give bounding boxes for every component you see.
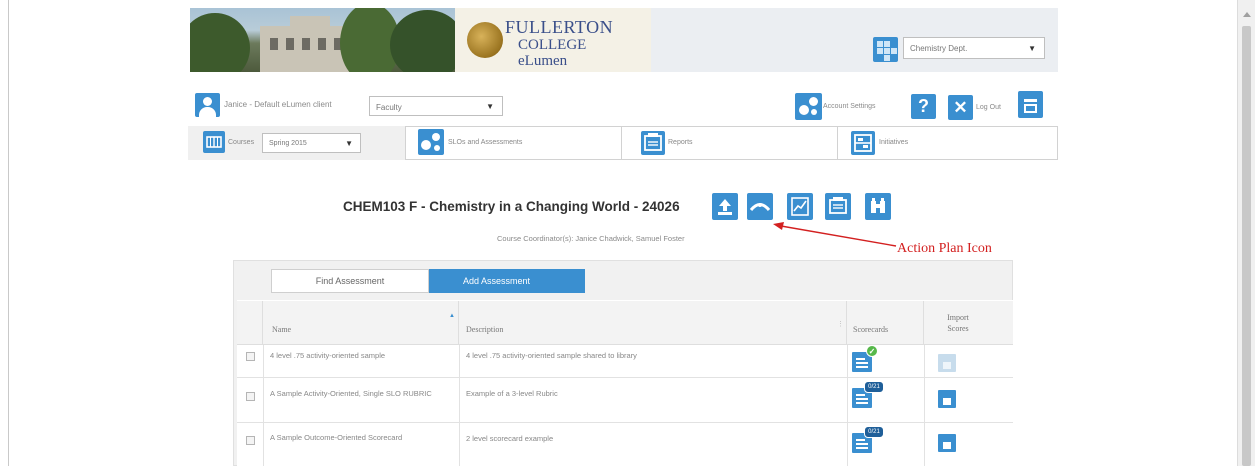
sort-ascending-icon[interactable]: ▲ — [449, 313, 455, 319]
column-divider — [847, 345, 848, 466]
scorecard-complete-check-icon: ✓ — [866, 345, 878, 357]
scorecards-header-label: Scorecards — [853, 325, 889, 334]
column-divider — [459, 345, 460, 466]
column-divider — [263, 345, 264, 466]
find-assessment-button[interactable]: Find Assessment — [271, 269, 429, 293]
scorecards-column-header — [847, 301, 924, 345]
scorecard-count-badge: 0/21 — [864, 426, 884, 438]
row-checkbox[interactable] — [246, 436, 255, 445]
import-scores-icon[interactable] — [938, 390, 956, 408]
row-checkbox[interactable] — [246, 352, 255, 361]
assessment-description: Example of a 3-level Rubric — [466, 389, 558, 398]
add-assessment-button[interactable]: Add Assessment — [429, 269, 585, 293]
name-header-label: Name — [272, 325, 292, 334]
description-column-header[interactable] — [459, 301, 847, 345]
annotation-label: Action Plan Icon — [897, 241, 992, 256]
select-all-column — [237, 301, 263, 345]
import-scores-icon — [938, 354, 956, 372]
assessment-name[interactable]: A Sample Activity-Oriented, Single SLO R… — [270, 387, 455, 400]
assessment-description: 4 level .75 activity-oriented sample sha… — [466, 351, 637, 360]
assessment-name[interactable]: A Sample Outcome-Oriented Scorecard — [270, 431, 455, 444]
scorecard-count-badge: 0/21 — [864, 381, 884, 393]
assessment-name[interactable]: 4 level .75 activity-oriented sample — [270, 349, 455, 362]
description-header-label: Description — [466, 325, 504, 334]
table-row[interactable] — [237, 378, 1013, 423]
assessment-description: 2 level scorecard example — [466, 434, 554, 443]
row-checkbox[interactable] — [246, 392, 255, 401]
column-divider — [924, 345, 925, 466]
import-scores-icon[interactable] — [938, 434, 956, 452]
name-column-header[interactable] — [263, 301, 459, 345]
column-resize-icon[interactable]: ⋮ — [837, 320, 844, 328]
import-scores-header-label: Import Scores — [947, 313, 969, 333]
